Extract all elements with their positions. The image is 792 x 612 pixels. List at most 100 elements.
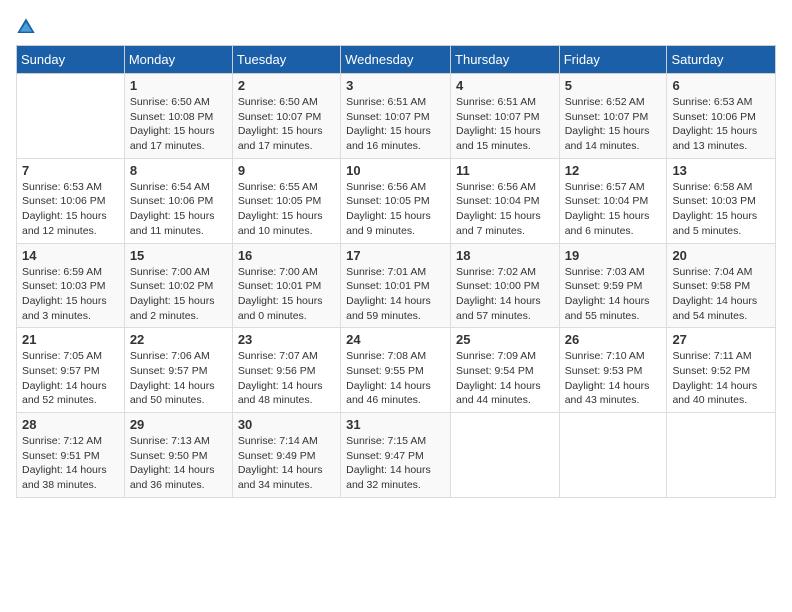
day-info: Sunrise: 7:00 AMSunset: 10:02 PMDaylight…: [130, 265, 227, 324]
calendar-week-row: 1Sunrise: 6:50 AMSunset: 10:08 PMDayligh…: [17, 74, 776, 159]
day-info: Sunrise: 6:56 AMSunset: 10:05 PMDaylight…: [346, 180, 445, 239]
logo-icon: [16, 17, 36, 37]
day-number: 18: [456, 248, 554, 263]
day-info: Sunrise: 7:14 AMSunset: 9:49 PMDaylight:…: [238, 434, 335, 493]
day-number: 7: [22, 163, 119, 178]
day-number: 19: [565, 248, 662, 263]
calendar-cell: 2 Sunrise: 6:50 AMSunset: 10:07 PMDayligh…: [232, 74, 340, 159]
weekday-header: Tuesday: [232, 46, 340, 74]
calendar-week-row: 28 Sunrise: 7:12 AMSunset: 9:51 PMDayligh…: [17, 413, 776, 498]
weekday-header-row: SundayMondayTuesdayWednesdayThursdayFrid…: [17, 46, 776, 74]
day-number: 25: [456, 332, 554, 347]
calendar-cell: 15 Sunrise: 7:00 AMSunset: 10:02 PMDaylig…: [124, 243, 232, 328]
calendar-cell: [17, 74, 125, 159]
calendar-cell: 27Sunrise: 7:11 AMSunset: 9:52 PMDayligh…: [667, 328, 776, 413]
day-info: Sunrise: 7:13 AMSunset: 9:50 PMDaylight:…: [130, 434, 227, 493]
calendar-cell: 12 Sunrise: 6:57 AMSunset: 10:04 PMDaylig…: [559, 158, 667, 243]
day-info: Sunrise: 6:54 AMSunset: 10:06 PMDaylight…: [130, 180, 227, 239]
weekday-header: Monday: [124, 46, 232, 74]
day-info: Sunrise: 6:59 AMSunset: 10:03 PMDaylight…: [22, 265, 119, 324]
calendar-cell: 14 Sunrise: 6:59 AMSunset: 10:03 PMDaylig…: [17, 243, 125, 328]
calendar-cell: [667, 413, 776, 498]
day-info: Sunrise: 6:56 AMSunset: 10:04 PMDaylight…: [456, 180, 554, 239]
day-info: Sunrise: 7:01 AMSunset: 10:01 PMDaylight…: [346, 265, 445, 324]
day-number: 16: [238, 248, 335, 263]
day-info: Sunrise: 7:15 AMSunset: 9:47 PMDaylight:…: [346, 434, 445, 493]
day-number: 22: [130, 332, 227, 347]
day-info: Sunrise: 7:00 AMSunset: 10:01 PMDaylight…: [238, 265, 335, 324]
day-info: Sunrise: 7:12 AMSunset: 9:51 PMDaylight:…: [22, 434, 119, 493]
weekday-header: Thursday: [451, 46, 560, 74]
day-info: Sunrise: 7:04 AMSunset: 9:58 PMDaylight:…: [672, 265, 770, 324]
calendar-week-row: 21 Sunrise: 7:05 AMSunset: 9:57 PMDayligh…: [17, 328, 776, 413]
calendar-cell: 21 Sunrise: 7:05 AMSunset: 9:57 PMDayligh…: [17, 328, 125, 413]
day-number: 8: [130, 163, 227, 178]
day-info: Sunrise: 7:10 AMSunset: 9:53 PMDaylight:…: [565, 349, 662, 408]
day-info: Sunrise: 7:08 AMSunset: 9:55 PMDaylight:…: [346, 349, 445, 408]
calendar-cell: 11 Sunrise: 6:56 AMSunset: 10:04 PMDaylig…: [451, 158, 560, 243]
calendar-table: SundayMondayTuesdayWednesdayThursdayFrid…: [16, 45, 776, 498]
day-info: Sunrise: 6:55 AMSunset: 10:05 PMDaylight…: [238, 180, 335, 239]
calendar-cell: 30Sunrise: 7:14 AMSunset: 9:49 PMDayligh…: [232, 413, 340, 498]
day-number: 17: [346, 248, 445, 263]
calendar-cell: 8 Sunrise: 6:54 AMSunset: 10:06 PMDayligh…: [124, 158, 232, 243]
calendar-cell: 22 Sunrise: 7:06 AMSunset: 9:57 PMDayligh…: [124, 328, 232, 413]
calendar-cell: 1Sunrise: 6:50 AMSunset: 10:08 PMDayligh…: [124, 74, 232, 159]
day-number: 4: [456, 78, 554, 93]
day-info: Sunrise: 7:06 AMSunset: 9:57 PMDaylight:…: [130, 349, 227, 408]
calendar-cell: 9 Sunrise: 6:55 AMSunset: 10:05 PMDayligh…: [232, 158, 340, 243]
day-number: 20: [672, 248, 770, 263]
calendar-cell: 13 Sunrise: 6:58 AMSunset: 10:03 PMDaylig…: [667, 158, 776, 243]
day-info: Sunrise: 7:05 AMSunset: 9:57 PMDaylight:…: [22, 349, 119, 408]
weekday-header: Saturday: [667, 46, 776, 74]
calendar-cell: 24 Sunrise: 7:08 AMSunset: 9:55 PMDayligh…: [341, 328, 451, 413]
day-info: Sunrise: 6:53 AMSunset: 10:06 PMDaylight…: [22, 180, 119, 239]
calendar-cell: 4 Sunrise: 6:51 AMSunset: 10:07 PMDayligh…: [451, 74, 560, 159]
day-number: 9: [238, 163, 335, 178]
day-number: 10: [346, 163, 445, 178]
day-info: Sunrise: 6:57 AMSunset: 10:04 PMDaylight…: [565, 180, 662, 239]
day-info: Sunrise: 7:02 AMSunset: 10:00 PMDaylight…: [456, 265, 554, 324]
day-info: Sunrise: 6:50 AMSunset: 10:07 PMDaylight…: [238, 95, 335, 154]
day-info: Sunrise: 6:53 AMSunset: 10:06 PMDaylight…: [672, 95, 770, 154]
calendar-cell: 17 Sunrise: 7:01 AMSunset: 10:01 PMDaylig…: [341, 243, 451, 328]
day-info: Sunrise: 7:03 AMSunset: 9:59 PMDaylight:…: [565, 265, 662, 324]
calendar-cell: 28 Sunrise: 7:12 AMSunset: 9:51 PMDayligh…: [17, 413, 125, 498]
day-number: 29: [130, 417, 227, 432]
day-number: 28: [22, 417, 119, 432]
calendar-cell: 16 Sunrise: 7:00 AMSunset: 10:01 PMDaylig…: [232, 243, 340, 328]
day-number: 13: [672, 163, 770, 178]
day-info: Sunrise: 6:58 AMSunset: 10:03 PMDaylight…: [672, 180, 770, 239]
day-info: Sunrise: 6:50 AMSunset: 10:08 PMDaylight…: [130, 95, 227, 154]
calendar-week-row: 7 Sunrise: 6:53 AMSunset: 10:06 PMDayligh…: [17, 158, 776, 243]
calendar-cell: [451, 413, 560, 498]
day-info: Sunrise: 7:07 AMSunset: 9:56 PMDaylight:…: [238, 349, 335, 408]
day-info: Sunrise: 6:51 AMSunset: 10:07 PMDaylight…: [456, 95, 554, 154]
day-number: 27: [672, 332, 770, 347]
day-number: 2: [238, 78, 335, 93]
day-number: 31: [346, 417, 445, 432]
calendar-cell: 10 Sunrise: 6:56 AMSunset: 10:05 PMDaylig…: [341, 158, 451, 243]
day-number: 11: [456, 163, 554, 178]
day-number: 3: [346, 78, 445, 93]
day-number: 15: [130, 248, 227, 263]
calendar-cell: 20 Sunrise: 7:04 AMSunset: 9:58 PMDayligh…: [667, 243, 776, 328]
day-info: Sunrise: 7:09 AMSunset: 9:54 PMDaylight:…: [456, 349, 554, 408]
calendar-cell: 26 Sunrise: 7:10 AMSunset: 9:53 PMDayligh…: [559, 328, 667, 413]
day-number: 26: [565, 332, 662, 347]
calendar-cell: 31 Sunrise: 7:15 AMSunset: 9:47 PMDayligh…: [341, 413, 451, 498]
day-number: 21: [22, 332, 119, 347]
day-number: 12: [565, 163, 662, 178]
calendar-cell: 5Sunrise: 6:52 AMSunset: 10:07 PMDayligh…: [559, 74, 667, 159]
logo: [16, 16, 40, 37]
calendar-cell: 25 Sunrise: 7:09 AMSunset: 9:54 PMDayligh…: [451, 328, 560, 413]
calendar-cell: 29 Sunrise: 7:13 AMSunset: 9:50 PMDayligh…: [124, 413, 232, 498]
day-number: 24: [346, 332, 445, 347]
day-info: Sunrise: 6:51 AMSunset: 10:07 PMDaylight…: [346, 95, 445, 154]
page-header: [16, 16, 776, 37]
calendar-cell: 19 Sunrise: 7:03 AMSunset: 9:59 PMDayligh…: [559, 243, 667, 328]
day-number: 14: [22, 248, 119, 263]
day-number: 6: [672, 78, 770, 93]
calendar-cell: 6 Sunrise: 6:53 AMSunset: 10:06 PMDayligh…: [667, 74, 776, 159]
day-number: 23: [238, 332, 335, 347]
